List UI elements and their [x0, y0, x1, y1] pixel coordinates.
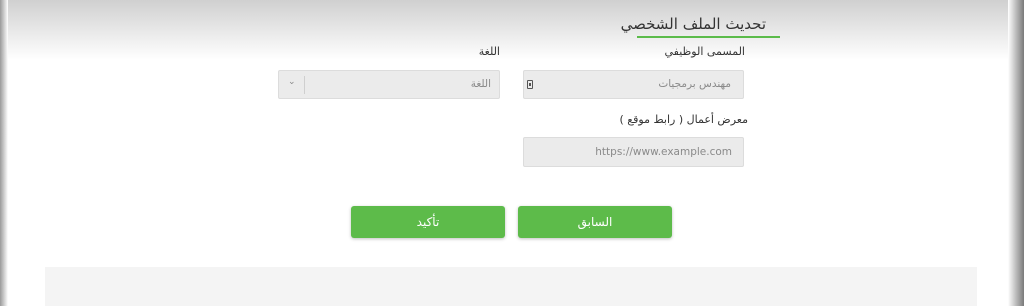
title-underline: [637, 36, 780, 38]
chevron-down-icon[interactable]: ⌄: [288, 77, 296, 87]
id-card-icon: [527, 80, 533, 89]
portfolio-url-input[interactable]: https://www.example.com: [523, 137, 744, 167]
select-divider: [304, 76, 305, 94]
left-edge-shadow: [0, 0, 8, 306]
portfolio-placeholder: https://www.example.com: [595, 146, 732, 158]
confirm-button[interactable]: تأكيد: [351, 206, 505, 238]
language-select[interactable]: ⌄ اللغة: [278, 70, 500, 99]
top-shadow: [0, 0, 1024, 60]
footer-panel: [45, 267, 977, 306]
right-edge-shadow: [1008, 0, 1024, 306]
job-title-value: مهندس برمجيات: [658, 78, 731, 90]
job-title-label: المسمى الوظيفي: [664, 45, 745, 58]
job-title-input[interactable]: مهندس برمجيات: [523, 70, 744, 99]
page-title: تحديث الملف الشخصي: [620, 15, 766, 33]
previous-button[interactable]: السابق: [518, 206, 672, 238]
language-placeholder: اللغة: [470, 78, 491, 90]
portfolio-label: معرض أعمال ( رابط موقع ): [619, 113, 748, 126]
language-label: اللغة: [478, 45, 500, 58]
